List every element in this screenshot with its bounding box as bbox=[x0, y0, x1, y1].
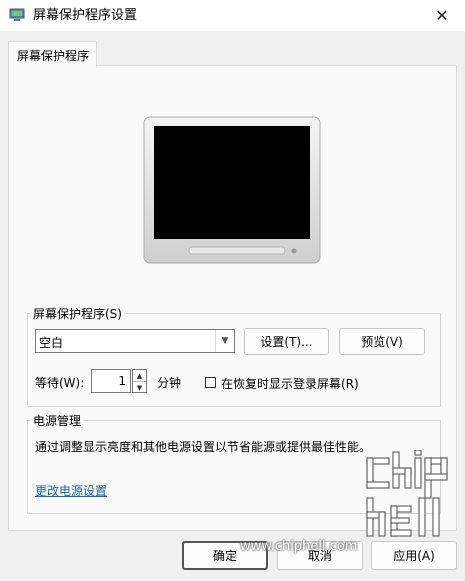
change-power-settings-link[interactable]: 更改电源设置 bbox=[35, 482, 107, 499]
tab-label: 屏幕保护程序 bbox=[17, 49, 90, 63]
screensaver-selected: 空白 bbox=[39, 336, 64, 350]
preview-button[interactable]: 预览(V) bbox=[339, 328, 425, 355]
app-icon bbox=[9, 8, 25, 21]
title-bar: 屏幕保护程序设置 ✕ bbox=[0, 0, 465, 31]
wait-minutes-input[interactable]: 1 bbox=[91, 369, 131, 393]
spin-up-icon[interactable]: ▲ bbox=[133, 370, 146, 382]
wait-label: 等待(W): bbox=[35, 376, 85, 390]
watermark-url: www.chiphell.com bbox=[240, 539, 358, 554]
monitor-screen bbox=[154, 126, 310, 239]
power-group-label: 电源管理 bbox=[30, 414, 85, 428]
close-button[interactable]: ✕ bbox=[419, 0, 465, 31]
tab-screensaver[interactable]: 屏幕保护程序 bbox=[8, 41, 97, 67]
screensaver-group-label: 屏幕保护程序(S) bbox=[30, 307, 125, 321]
chiphell-logo bbox=[366, 450, 448, 537]
apply-button[interactable]: 应用(A) bbox=[371, 541, 457, 570]
screensaver-dropdown[interactable]: 空白 ▼ bbox=[35, 329, 235, 353]
chevron-down-icon: ▼ bbox=[215, 330, 234, 352]
resume-logon-checkbox[interactable] bbox=[205, 377, 216, 388]
monitor-preview bbox=[143, 116, 321, 264]
settings-button[interactable]: 设置(T)... bbox=[244, 328, 329, 355]
wait-spinner[interactable]: ▲ ▼ bbox=[132, 369, 147, 393]
minutes-label: 分钟 bbox=[157, 376, 182, 390]
close-icon: ✕ bbox=[435, 6, 449, 25]
power-indicator bbox=[291, 248, 297, 254]
spin-down-icon[interactable]: ▼ bbox=[133, 382, 146, 393]
window-title: 屏幕保护程序设置 bbox=[33, 8, 138, 23]
resume-logon-label[interactable]: 在恢复时显示登录屏幕(R) bbox=[221, 375, 359, 392]
power-description: 通过调整显示亮度和其他电源设置以节省能源或提供最佳性能。 bbox=[35, 440, 372, 454]
